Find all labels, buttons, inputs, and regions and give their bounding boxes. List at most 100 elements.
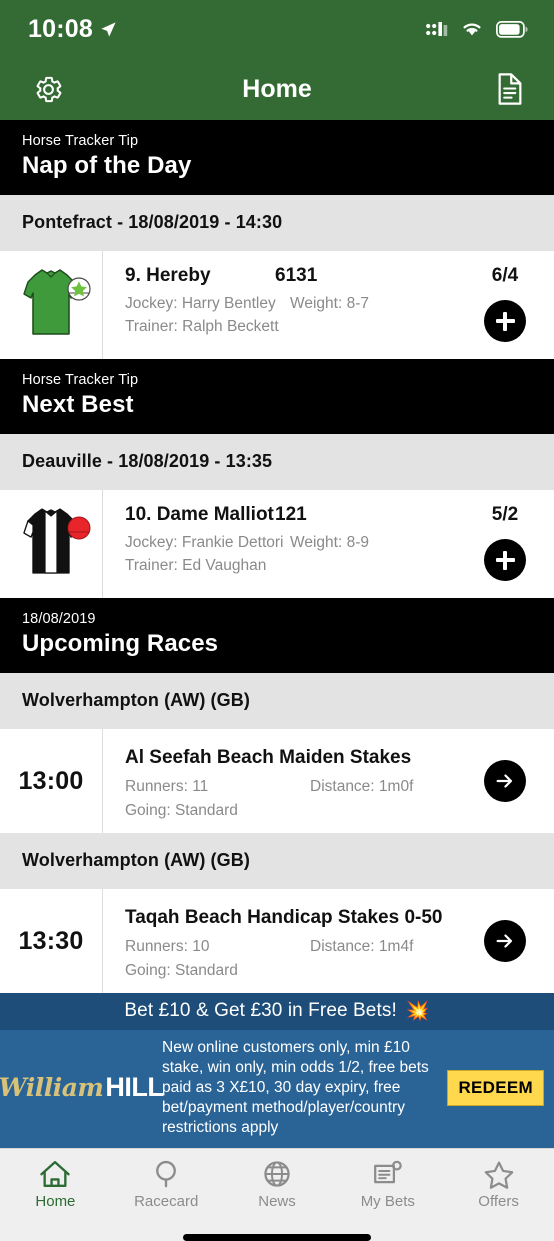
- section-kicker: Horse Tracker Tip: [22, 372, 139, 388]
- race-distance: Distance: 1m4f: [310, 938, 414, 955]
- horse-form: 121: [275, 504, 307, 525]
- section-header-next-best: Horse Tracker Tip Next Best: [0, 359, 554, 434]
- burst-icon: 💥: [405, 1001, 430, 1022]
- race-row[interactable]: 13:00 Al Seefah Beach Maiden Stakes Runn…: [0, 729, 554, 833]
- tip-row-next-best[interactable]: 10. Dame Malliot 121 Jockey: Frankie Det…: [0, 490, 554, 598]
- jockey-silk-icon: [23, 508, 91, 574]
- tab-news[interactable]: News: [222, 1159, 333, 1210]
- race-details: Taqah Beach Handicap Stakes 0-50 Runners…: [103, 889, 456, 993]
- horse-name: 10. Dame Malliot: [125, 504, 274, 525]
- william-hill-logo: William HILL: [0, 1072, 164, 1103]
- tab-label: Offers: [478, 1192, 519, 1210]
- course-band: Wolverhampton (AW) (GB): [0, 673, 554, 729]
- promo-headline-bar: Bet £10 & Get £30 in Free Bets! 💥: [0, 993, 554, 1030]
- add-to-betslip-button[interactable]: [484, 300, 526, 342]
- promo-terms: New online customers only, min £10 stake…: [162, 1039, 429, 1136]
- promo-banner[interactable]: Bet £10 & Get £30 in Free Bets! 💥 Willia…: [0, 993, 554, 1148]
- tab-label: My Bets: [360, 1192, 415, 1210]
- plus-icon-vertical: [503, 311, 507, 331]
- upcoming-date: 18/08/2019: [22, 611, 96, 627]
- tab-label: News: [258, 1192, 296, 1210]
- silk-cell: [0, 490, 103, 598]
- tab-racecard[interactable]: Racecard: [111, 1159, 222, 1210]
- star-icon: [484, 1161, 513, 1189]
- arrow-button[interactable]: [484, 920, 526, 962]
- race-meta-row-1: Runners: 10 Distance: 1m4f: [125, 938, 456, 956]
- nav-bar: Home: [0, 58, 554, 120]
- arrow-button[interactable]: [484, 760, 526, 802]
- race-time-cell: 13:00: [0, 729, 103, 833]
- race-row[interactable]: 13:30 Taqah Beach Handicap Stakes 0-50 R…: [0, 889, 554, 993]
- tip-meta-row-2: Trainer: Ralph Beckett: [125, 318, 456, 336]
- jockey-silk-icon: [23, 269, 91, 335]
- add-to-betslip-button[interactable]: [484, 539, 526, 581]
- status-bar-left: 10:08: [28, 15, 117, 44]
- promo-body: William HILL New online customers only, …: [0, 1030, 554, 1148]
- status-bar: 10:08: [0, 0, 554, 58]
- jockey-name: Jockey: Harry Bentley: [125, 295, 276, 312]
- tab-my-bets[interactable]: My Bets: [332, 1159, 443, 1210]
- odds-value: 6/4: [491, 265, 519, 286]
- meeting-band-next-best: Deauville - 18/08/2019 - 13:35: [0, 434, 554, 490]
- globe-icon: [264, 1161, 290, 1187]
- meeting-band-nap: Pontefract - 18/08/2019 - 14:30: [0, 195, 554, 251]
- tip-meta-row-1: Jockey: Harry Bentley Weight: 8-7: [125, 295, 456, 313]
- receipt-icon: [373, 1160, 402, 1184]
- status-bar-right: [426, 20, 528, 38]
- section-kicker: Horse Tracker Tip: [22, 133, 139, 149]
- location-arrow-icon: [101, 21, 116, 37]
- tab-label: Racecard: [134, 1192, 199, 1210]
- race-meta-row-2: Going: Standard: [125, 962, 456, 980]
- tip-odds-cell: 6/4: [456, 251, 554, 359]
- tip-row-nap[interactable]: 9. Hereby 6131 Jockey: Harry Bentley Wei…: [0, 251, 554, 359]
- race-time: 13:30: [18, 926, 84, 955]
- tip-meta-row-1: Jockey: Frankie Dettori Weight: 8-9: [125, 534, 456, 552]
- race-time-cell: 13:30: [0, 889, 103, 993]
- race-distance: Distance: 1m0f: [310, 778, 414, 795]
- jockey-name: Jockey: Frankie Dettori: [125, 534, 284, 551]
- tip-details: 9. Hereby 6131 Jockey: Harry Bentley Wei…: [103, 251, 456, 359]
- redeem-button[interactable]: REDEEM: [447, 1069, 544, 1106]
- tab-offers[interactable]: Offers: [443, 1159, 554, 1210]
- wifi-icon: [463, 23, 481, 36]
- tip-headline: 10. Dame Malliot 121: [125, 504, 456, 526]
- tab-list: Home Racecard News My Bets Offers: [0, 1149, 554, 1210]
- trainer-name: Trainer: Ed Vaughan: [125, 557, 267, 574]
- race-runners: Runners: 11: [125, 778, 209, 795]
- home-indicator: [183, 1233, 371, 1241]
- gear-icon: [36, 76, 61, 102]
- race-name: Al Seefah Beach Maiden Stakes: [125, 747, 412, 768]
- race-going: Going: Standard: [125, 802, 238, 819]
- battery-icon: [496, 20, 528, 38]
- odds-value: 5/2: [491, 504, 519, 525]
- racecards-document-button[interactable]: [490, 69, 530, 109]
- race-name: Taqah Beach Handicap Stakes 0-50: [125, 907, 443, 928]
- brand-bold-text: HILL: [105, 1072, 164, 1103]
- horse-name: 9. Hereby: [125, 265, 211, 286]
- tip-details: 10. Dame Malliot 121 Jockey: Frankie Det…: [103, 490, 456, 598]
- race-open-button[interactable]: [456, 729, 554, 833]
- home-icon: [40, 1160, 71, 1187]
- race-open-button[interactable]: [456, 889, 554, 993]
- horse-form: 6131: [275, 265, 318, 286]
- promo-headline: Bet £10 & Get £30 in Free Bets!: [124, 1000, 397, 1021]
- tip-headline: 9. Hereby 6131: [125, 265, 456, 287]
- horse-weight: Weight: 8-7: [290, 295, 369, 312]
- silk-cell: [0, 251, 103, 359]
- clock-time: 10:08: [28, 14, 93, 43]
- tab-home[interactable]: Home: [0, 1159, 111, 1210]
- cellular-signal-icon: [426, 21, 448, 36]
- tip-meta-row-2: Trainer: Ed Vaughan: [125, 557, 456, 575]
- section-header-upcoming: 18/08/2019 Upcoming Races: [0, 598, 554, 673]
- race-time: 13:00: [18, 766, 84, 795]
- racecard-pin-icon: [156, 1160, 177, 1188]
- document-icon: [498, 73, 522, 105]
- settings-button[interactable]: [28, 69, 68, 109]
- tab-label: Home: [35, 1192, 76, 1210]
- race-going: Going: Standard: [125, 962, 238, 979]
- race-meta-row-2: Going: Standard: [125, 802, 456, 820]
- tip-odds-cell: 5/2: [456, 490, 554, 598]
- section-title: Upcoming Races: [22, 630, 219, 657]
- race-runners: Runners: 10: [125, 938, 210, 955]
- section-header-nap: Horse Tracker Tip Nap of the Day: [0, 120, 554, 195]
